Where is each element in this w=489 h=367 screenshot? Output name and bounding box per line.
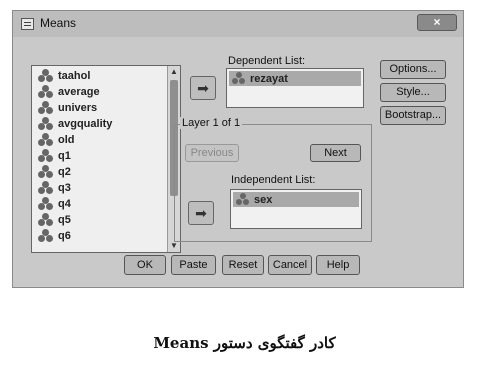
move-to-independent-button[interactable]: ➡ <box>188 201 214 225</box>
close-button[interactable]: × <box>417 14 457 31</box>
list-item[interactable]: avgquality <box>38 116 112 132</box>
variable-label: old <box>58 134 75 146</box>
variable-label: q3 <box>58 182 71 194</box>
scale-variable-icon <box>232 72 246 85</box>
variable-label: univers <box>58 102 98 114</box>
source-variable-list[interactable]: taahol average univers avgquality old q1… <box>31 65 181 253</box>
move-to-dependent-button[interactable]: ➡ <box>190 76 216 100</box>
variable-label: taahol <box>58 70 91 82</box>
independent-list[interactable]: sex <box>230 189 362 229</box>
scale-variable-icon <box>38 149 54 163</box>
options-button[interactable]: Options... <box>380 60 446 79</box>
scale-variable-icon <box>38 197 54 211</box>
variable-label: average <box>58 86 100 98</box>
reset-button[interactable]: Reset <box>222 255 264 275</box>
title-bar: Means × <box>13 11 463 37</box>
arrow-right-icon: ➡ <box>197 80 209 96</box>
variable-label: q2 <box>58 166 71 178</box>
list-item[interactable]: univers <box>38 100 97 116</box>
variable-label: q6 <box>58 230 71 242</box>
list-item[interactable]: average <box>38 84 100 100</box>
bootstrap-button[interactable]: Bootstrap... <box>380 106 446 125</box>
layer-label: Layer 1 of 1 <box>180 117 243 129</box>
ok-button[interactable]: OK <box>124 255 166 275</box>
variable-label: avgquality <box>58 118 113 130</box>
scroll-up-icon[interactable]: ▲ <box>169 67 179 77</box>
scale-variable-icon <box>38 101 54 115</box>
help-button[interactable]: Help <box>316 255 360 275</box>
scale-variable-icon <box>38 181 54 195</box>
list-item[interactable]: q3 <box>38 180 71 196</box>
scale-variable-icon <box>38 69 54 83</box>
scroll-down-icon[interactable]: ▼ <box>169 241 179 251</box>
list-item[interactable]: taahol <box>38 68 90 84</box>
list-item[interactable]: old <box>38 132 75 148</box>
list-item[interactable]: q2 <box>38 164 71 180</box>
list-item[interactable]: q1 <box>38 148 71 164</box>
scale-variable-icon <box>38 165 54 179</box>
dialog-icon <box>21 18 34 30</box>
list-item[interactable]: q6 <box>38 228 71 244</box>
style-button[interactable]: Style... <box>380 83 446 102</box>
previous-button[interactable]: Previous <box>185 144 239 162</box>
cancel-button[interactable]: Cancel <box>268 255 312 275</box>
variable-label: sex <box>254 193 273 206</box>
scale-variable-icon <box>38 133 54 147</box>
list-item[interactable]: q4 <box>38 196 71 212</box>
variable-label: q1 <box>58 150 71 162</box>
dialog-title: Means <box>40 16 77 30</box>
dependent-list-label: Dependent List: <box>228 55 306 67</box>
scale-variable-icon <box>236 193 250 206</box>
arrow-right-icon: ➡ <box>195 205 207 221</box>
dependent-list[interactable]: rezayat <box>226 68 364 108</box>
scale-variable-icon <box>38 229 54 243</box>
list-item[interactable]: sex <box>233 192 359 207</box>
scale-variable-icon <box>38 85 54 99</box>
variable-label: q4 <box>58 198 71 210</box>
next-button[interactable]: Next <box>310 144 361 162</box>
paste-button[interactable]: Paste <box>171 255 216 275</box>
figure-caption: کادر گفتگوی دستور Means <box>153 334 336 352</box>
list-item[interactable]: rezayat <box>229 71 361 86</box>
list-item[interactable]: q5 <box>38 212 71 228</box>
independent-list-label: Independent List: <box>231 174 316 186</box>
variable-label: q5 <box>58 214 71 226</box>
scale-variable-icon <box>38 213 54 227</box>
variable-label: rezayat <box>250 72 288 85</box>
scale-variable-icon <box>38 117 54 131</box>
